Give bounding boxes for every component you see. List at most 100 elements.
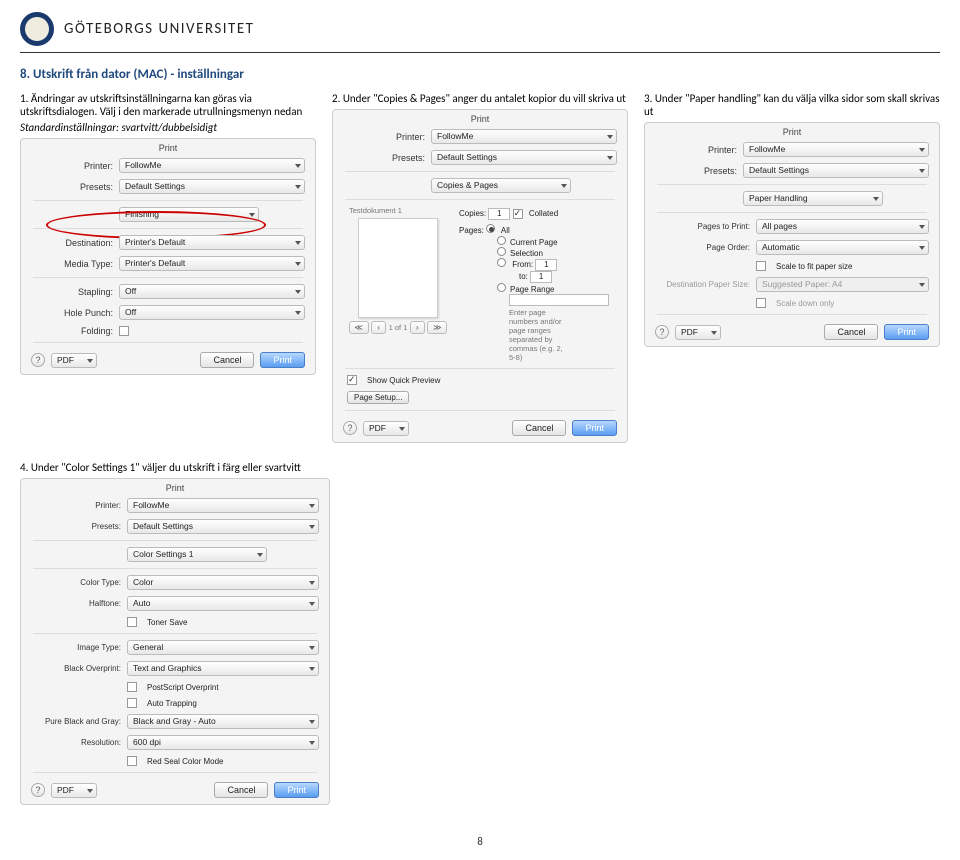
help-button[interactable]: ?: [31, 783, 45, 797]
column-1: 1. Ändringar av utskriftsinställningarna…: [20, 92, 316, 443]
destination-label: Destination:: [31, 238, 113, 248]
dialog-title: Print: [21, 139, 315, 155]
pdf-menu[interactable]: PDF: [363, 421, 409, 436]
pure-bw-label: Pure Black and Gray:: [31, 717, 121, 726]
printer-label: Printer:: [343, 132, 425, 142]
cancel-button[interactable]: Cancel: [214, 782, 268, 798]
media-type-label: Media Type:: [31, 259, 113, 269]
radio-from[interactable]: [497, 258, 506, 267]
halftone-label: Halftone:: [31, 599, 121, 608]
section-select-color[interactable]: Color Settings 1: [127, 547, 267, 562]
print-button[interactable]: Print: [572, 420, 617, 436]
printer-label: Printer:: [655, 145, 737, 155]
printer-select[interactable]: FollowMe: [127, 498, 319, 513]
red-seal-checkbox[interactable]: [127, 756, 137, 766]
scale-down-checkbox[interactable]: [756, 298, 766, 308]
pdf-menu[interactable]: PDF: [51, 783, 97, 798]
help-button[interactable]: ?: [655, 325, 669, 339]
dest-paper-select: Suggested Paper: A4: [756, 277, 929, 292]
printer-select[interactable]: FollowMe: [119, 158, 305, 173]
page-setup-button[interactable]: Page Setup...: [347, 391, 409, 404]
presets-label: Presets:: [343, 153, 425, 163]
pages-to-print-label: Pages to Print:: [655, 222, 750, 231]
hole-punch-label: Hole Punch:: [31, 308, 113, 318]
toner-save-checkbox[interactable]: [127, 617, 137, 627]
help-button[interactable]: ?: [343, 421, 357, 435]
image-type-label: Image Type:: [31, 643, 121, 652]
page-order-select[interactable]: Automatic: [756, 240, 929, 255]
printer-label: Printer:: [31, 501, 121, 510]
radio-all[interactable]: [486, 224, 495, 233]
copies-options: Copies: 1 Collated Pages: All Current Pa…: [459, 206, 617, 362]
university-name: GÖTEBORGS UNIVERSITET: [64, 20, 254, 38]
collated-checkbox[interactable]: [513, 209, 523, 219]
copies-input[interactable]: 1: [488, 208, 510, 220]
section-title: 8. Utskrift från dator (MAC) - inställni…: [20, 67, 940, 82]
dialog-title: Print: [645, 123, 939, 139]
cancel-button[interactable]: Cancel: [512, 420, 566, 436]
radio-range[interactable]: [497, 283, 506, 292]
preview-pane: Testdokument 1 ≪ ‹ 1 of 1 › ≫: [343, 206, 453, 332]
radio-current[interactable]: [497, 236, 506, 245]
presets-select[interactable]: Default Settings: [119, 179, 305, 194]
instruction-columns: 1. Ändringar av utskriftsinställningarna…: [20, 92, 940, 443]
printer-select[interactable]: FollowMe: [431, 129, 617, 144]
radio-selection[interactable]: [497, 247, 506, 256]
scale-fit-checkbox[interactable]: [756, 261, 766, 271]
page-number: 8: [20, 835, 940, 848]
print-button[interactable]: Print: [260, 352, 305, 368]
cancel-button[interactable]: Cancel: [200, 352, 254, 368]
auto-trapping-checkbox[interactable]: [127, 698, 137, 708]
page-thumbnail: [358, 218, 438, 318]
col2-text: 2. Under "Copies & Pages" anger du antal…: [332, 92, 628, 105]
thumb-caption: Testdokument 1: [343, 206, 453, 215]
presets-label: Presets:: [31, 522, 121, 531]
to-input[interactable]: 1: [530, 271, 552, 283]
printer-label: Printer:: [31, 161, 113, 171]
color-type-label: Color Type:: [31, 578, 121, 587]
halftone-select[interactable]: Auto: [127, 596, 319, 611]
pdf-menu[interactable]: PDF: [51, 353, 97, 368]
pure-bw-select[interactable]: Black and Gray - Auto: [127, 714, 319, 729]
print-dialog-copies-pages: Print Printer: FollowMe Presets: Default…: [332, 109, 628, 443]
print-button[interactable]: Print: [274, 782, 319, 798]
col1-italic: Standardinställningar: svartvitt/dubbels…: [20, 121, 316, 134]
cancel-button[interactable]: Cancel: [824, 324, 878, 340]
nav-prev-icon[interactable]: ‹: [371, 321, 386, 334]
print-button[interactable]: Print: [884, 324, 929, 340]
resolution-select[interactable]: 600 dpi: [127, 735, 319, 750]
section-select-copies[interactable]: Copies & Pages: [431, 178, 571, 193]
page-order-label: Page Order:: [655, 243, 750, 252]
col1-text: 1. Ändringar av utskriftsinställningarna…: [20, 92, 316, 118]
document-header: GÖTEBORGS UNIVERSITET: [20, 12, 940, 53]
stapling-select[interactable]: Off: [119, 284, 305, 299]
column-2: 2. Under "Copies & Pages" anger du antal…: [332, 92, 628, 443]
media-type-select[interactable]: Printer's Default: [119, 256, 305, 271]
black-overprint-select[interactable]: Text and Graphics: [127, 661, 319, 676]
section-select-paper[interactable]: Paper Handling: [743, 191, 883, 206]
hole-punch-select[interactable]: Off: [119, 305, 305, 320]
folding-checkbox[interactable]: [119, 326, 129, 336]
section-select-finishing[interactable]: Finishing: [119, 207, 259, 222]
presets-select[interactable]: Default Settings: [431, 150, 617, 165]
presets-select[interactable]: Default Settings: [127, 519, 319, 534]
pdf-menu[interactable]: PDF: [675, 325, 721, 340]
from-input[interactable]: 1: [535, 259, 557, 271]
image-type-select[interactable]: General: [127, 640, 319, 655]
show-preview-checkbox[interactable]: [347, 375, 357, 385]
color-type-select[interactable]: Color: [127, 575, 319, 590]
range-input[interactable]: [509, 294, 609, 306]
pages-to-print-select[interactable]: All pages: [756, 219, 929, 234]
stapling-label: Stapling:: [31, 287, 113, 297]
nav-first-icon[interactable]: ≪: [349, 321, 369, 334]
postscript-checkbox[interactable]: [127, 682, 137, 692]
destination-select[interactable]: Printer's Default: [119, 235, 305, 250]
folding-label: Folding:: [31, 326, 113, 336]
presets-select[interactable]: Default Settings: [743, 163, 929, 178]
help-button[interactable]: ?: [31, 353, 45, 367]
range-hint: Enter page numbers and/or page ranges se…: [509, 308, 569, 362]
nav-next-icon[interactable]: ›: [410, 321, 425, 334]
printer-select[interactable]: FollowMe: [743, 142, 929, 157]
column-3: 3. Under "Paper handling" kan du välja v…: [644, 92, 940, 443]
nav-last-icon[interactable]: ≫: [427, 321, 447, 334]
